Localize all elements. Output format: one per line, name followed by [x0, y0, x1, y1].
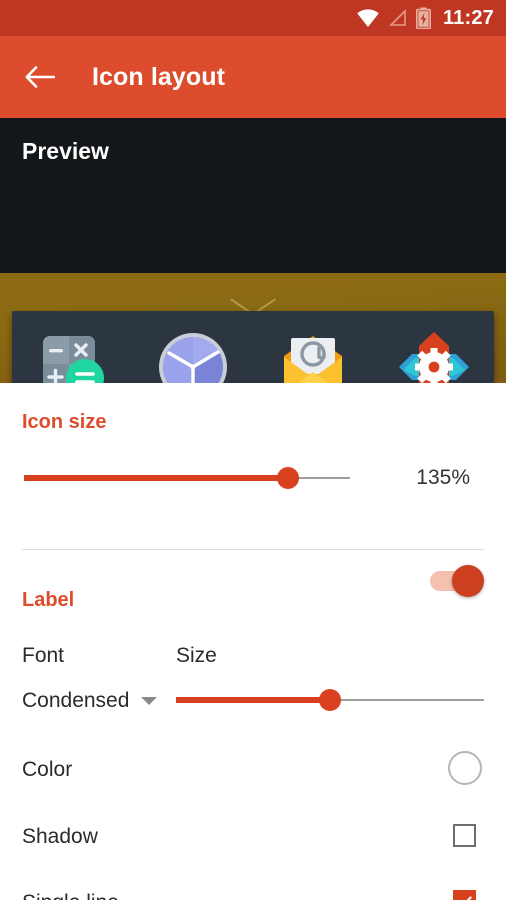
- preview-app-nova-settings[interactable]: Nova Settings: [378, 328, 490, 383]
- calculator-icon: [33, 328, 111, 383]
- preview-app-calculator[interactable]: Calculator: [16, 328, 128, 383]
- single-line-label: Single line: [22, 891, 119, 900]
- color-label: Color: [22, 758, 73, 781]
- icon-size-value: 135%: [416, 466, 470, 489]
- slider-thumb[interactable]: [319, 689, 341, 711]
- single-line-checkbox[interactable]: [453, 890, 476, 900]
- status-bar-clock: 11:27: [442, 7, 494, 29]
- shadow-checkbox[interactable]: [453, 824, 476, 847]
- font-label: Font: [22, 644, 65, 667]
- chevron-down-icon: [141, 697, 158, 705]
- back-button[interactable]: [12, 49, 68, 105]
- font-dropdown[interactable]: Condensed: [22, 689, 158, 713]
- preview-app-email[interactable]: Email: [257, 328, 369, 383]
- nova-settings-icon: [395, 328, 473, 383]
- label-toggle[interactable]: [430, 565, 486, 597]
- settings-list: Icon size 135% Label Font Size Condensed: [0, 383, 506, 900]
- preview-heading: Preview: [22, 138, 109, 164]
- label-size-slider[interactable]: [176, 685, 484, 715]
- toggle-thumb: [452, 565, 484, 597]
- status-icon-group: 11:27: [356, 7, 494, 29]
- clock-icon: [154, 328, 232, 383]
- app-bar: Icon layout: [0, 36, 506, 118]
- icon-size-slider[interactable]: [24, 463, 350, 493]
- battery-charging-icon: [415, 7, 431, 29]
- wifi-icon: [357, 9, 379, 28]
- preview-section: Preview: [0, 118, 506, 383]
- slider-fill: [176, 697, 330, 703]
- preview-app-clock[interactable]: Clock: [137, 328, 249, 383]
- signal-icon: [389, 9, 406, 26]
- android-screen: 11:27 Icon layout Preview Icon size 135%…: [0, 0, 506, 900]
- font-dropdown-value: Condensed: [22, 689, 130, 712]
- page-title: Icon layout: [92, 62, 226, 91]
- email-icon: [274, 328, 352, 383]
- icon-size-header: Icon size: [22, 411, 107, 433]
- size-label: Size: [176, 644, 217, 667]
- slider-thumb[interactable]: [277, 467, 300, 489]
- shadow-label: Shadow: [22, 825, 98, 848]
- slider-fill: [24, 475, 289, 481]
- check-icon: [466, 895, 472, 900]
- status-bar: 11:27: [0, 0, 506, 36]
- section-divider: [22, 549, 484, 550]
- label-header: Label: [22, 589, 75, 611]
- color-swatch[interactable]: [448, 751, 482, 785]
- preview-card: Calculator: [12, 311, 494, 383]
- back-arrow-icon: [25, 66, 55, 88]
